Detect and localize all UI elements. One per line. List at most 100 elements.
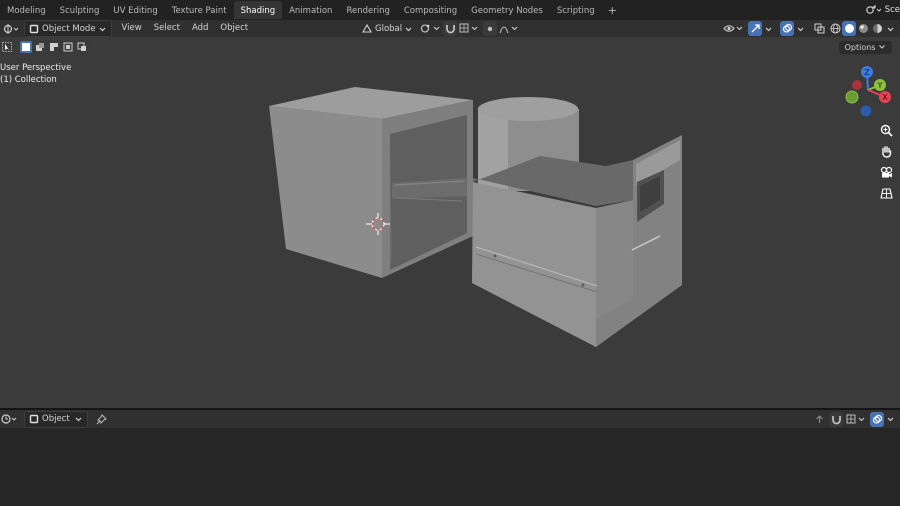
- bottom-editor-area[interactable]: [0, 428, 900, 506]
- zoom-button[interactable]: [876, 121, 896, 139]
- options-button[interactable]: Options: [838, 41, 892, 54]
- pin-button[interactable]: [94, 412, 108, 427]
- menu-object[interactable]: Object: [214, 20, 254, 37]
- object-mode-dropdown[interactable]: Object: [24, 410, 88, 428]
- scene-render: [269, 87, 682, 347]
- scene-name: Sce: [884, 5, 900, 15]
- bottom-overlays-dropdown[interactable]: [885, 412, 895, 427]
- pivot-icon: [419, 23, 441, 34]
- grid-icon: [879, 187, 893, 200]
- mode-label: Object Mode: [42, 23, 96, 34]
- gizmo-dropdown[interactable]: [763, 21, 773, 36]
- gizmo-z-label: Z: [864, 68, 870, 77]
- editor-type-button[interactable]: [1, 21, 21, 36]
- tab-uv-editing[interactable]: UV Editing: [106, 1, 164, 19]
- camera-icon: [880, 166, 893, 179]
- falloff-curve-icon: [499, 23, 519, 34]
- chevron-down-icon: [404, 25, 413, 33]
- scene-selector[interactable]: Sce: [864, 0, 900, 20]
- tab-animation[interactable]: Animation: [282, 1, 339, 19]
- select-intersect-icon[interactable]: [76, 41, 88, 53]
- solid-sphere-icon: [844, 23, 855, 34]
- overlays-toggle[interactable]: [780, 21, 794, 36]
- clock-icon: [1, 413, 19, 425]
- shading-wireframe-button[interactable]: [828, 21, 842, 36]
- chevron-down-icon: [796, 25, 805, 33]
- chevron-down-icon: [886, 415, 895, 423]
- tab-scripting[interactable]: Scripting: [550, 1, 602, 19]
- tab-sculpting[interactable]: Sculpting: [53, 1, 107, 19]
- perspective-label: User Perspective: [0, 63, 72, 73]
- shading-rendered-button[interactable]: [870, 21, 884, 36]
- selection-mode-group: [18, 40, 90, 54]
- snap-grid-icon: [459, 23, 479, 34]
- workspace-bar: Modeling Sculpting UV Editing Texture Pa…: [0, 0, 900, 20]
- cursor-arrow-icon: [2, 42, 12, 52]
- object-label: Object: [42, 414, 70, 424]
- proportional-falloff-dropdown[interactable]: [498, 21, 520, 36]
- select-tool-button[interactable]: [0, 40, 14, 54]
- tab-shading[interactable]: Shading: [233, 1, 283, 19]
- gizmo-neg-y-axis[interactable]: [845, 90, 859, 104]
- tab-modeling[interactable]: Modeling: [0, 1, 53, 19]
- snap-target-dropdown[interactable]: [458, 21, 480, 36]
- gizmo-x-label: X: [882, 93, 888, 102]
- navigation-gizmo[interactable]: Z Y X: [836, 63, 896, 119]
- shading-dropdown[interactable]: [885, 21, 895, 36]
- shading-material-button[interactable]: [856, 21, 870, 36]
- object-icon: [29, 414, 40, 424]
- proportional-editing-toggle[interactable]: [483, 21, 497, 36]
- tab-rendering[interactable]: Rendering: [339, 1, 396, 19]
- perspective-toggle-button[interactable]: [876, 184, 896, 202]
- bottom-overlays-toggle[interactable]: [870, 411, 884, 427]
- chevron-down-icon: [74, 415, 83, 423]
- viewport-info: User Perspective (1) Collection: [0, 62, 71, 86]
- menu-select[interactable]: Select: [148, 20, 186, 37]
- tab-texture-paint[interactable]: Texture Paint: [165, 1, 234, 19]
- collection-label: (1) Collection: [0, 75, 57, 85]
- magnifier-icon: [880, 124, 893, 137]
- tab-geometry-nodes[interactable]: Geometry Nodes: [464, 1, 550, 19]
- gizmo-toggle[interactable]: [748, 21, 762, 36]
- select-extend-icon[interactable]: [34, 41, 46, 53]
- select-subtract-icon[interactable]: [48, 41, 60, 53]
- gizmo-neg-z-axis[interactable]: [860, 105, 872, 117]
- camera-view-button[interactable]: [876, 163, 896, 181]
- bottom-snap-toggle[interactable]: [829, 411, 843, 427]
- pan-button[interactable]: [876, 142, 896, 160]
- bottom-editor-header: Object: [0, 410, 900, 428]
- hand-icon: [880, 145, 893, 158]
- add-workspace-button[interactable]: +: [602, 4, 623, 17]
- overlays-dropdown[interactable]: [795, 21, 805, 36]
- orientation-icon: [361, 23, 373, 34]
- chevron-down-icon: [98, 25, 107, 33]
- magnet-icon: [831, 414, 842, 425]
- gizmo-arrow-icon: [750, 23, 761, 34]
- select-invert-icon[interactable]: [62, 41, 74, 53]
- 3d-viewport[interactable]: User Perspective (1) Collection Options …: [0, 37, 900, 408]
- overlays-icon: [782, 23, 793, 34]
- bottom-editor-type-button[interactable]: [0, 412, 20, 427]
- options-label: Options: [844, 43, 876, 52]
- menu-view[interactable]: View: [116, 20, 148, 37]
- bottom-snap-dropdown[interactable]: [845, 412, 867, 427]
- arrow-up-icon: [814, 414, 825, 425]
- transform-orientation-dropdown[interactable]: Global: [358, 21, 416, 36]
- material-sphere-icon: [858, 23, 869, 34]
- shading-solid-button[interactable]: [842, 21, 856, 36]
- snap-grid-icon: [846, 414, 866, 425]
- gizmo-neg-x-axis[interactable]: [852, 80, 862, 90]
- mode-dropdown[interactable]: Object Mode: [24, 20, 112, 37]
- xray-icon: [814, 23, 825, 34]
- tab-compositing[interactable]: Compositing: [397, 1, 464, 19]
- slot-up-button[interactable]: [812, 412, 826, 427]
- menu-add[interactable]: Add: [186, 20, 214, 37]
- scene-icon: [864, 4, 882, 16]
- editor-type-icon: [3, 23, 19, 35]
- xray-toggle[interactable]: [812, 21, 826, 36]
- visibility-dropdown[interactable]: [722, 21, 744, 36]
- tool-settings-row: [0, 39, 90, 55]
- pivot-point-button[interactable]: [418, 21, 442, 36]
- snap-toggle[interactable]: [443, 21, 457, 36]
- select-new-icon[interactable]: [20, 41, 32, 53]
